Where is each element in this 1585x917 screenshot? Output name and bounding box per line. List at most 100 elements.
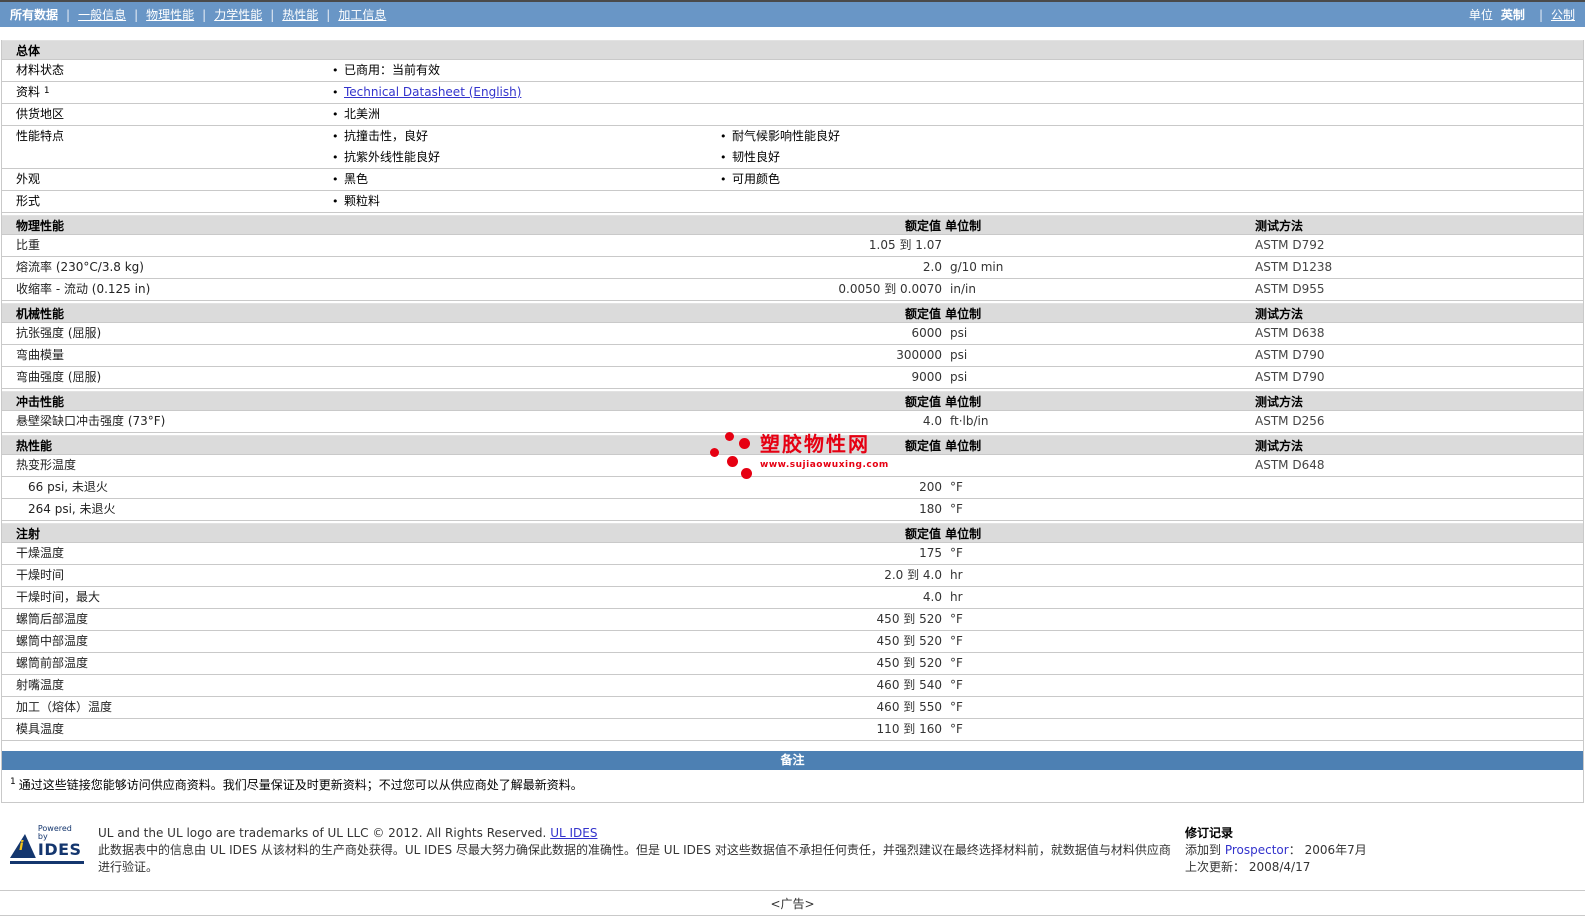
property-unit: °F	[950, 480, 963, 494]
value-unit-header: 额定值 单位制	[905, 527, 982, 541]
bullet-item: • 抗撞击性，良好	[332, 126, 720, 147]
property-unit: hr	[950, 590, 963, 604]
powered-by-label: Powered by	[37, 824, 72, 841]
column-gap	[942, 697, 950, 718]
column-gap	[942, 477, 950, 498]
prospector-link[interactable]: Prospector	[1225, 843, 1289, 857]
bullet-text: 耐气候影响性能良好	[732, 129, 841, 143]
property-label: 射嘴温度	[16, 678, 65, 692]
section-header: 冲击性能 额定值 单位制 测试方法	[2, 391, 1583, 411]
property-value: 110 到 160	[876, 722, 942, 736]
nav-item-4[interactable]: 热性能	[282, 6, 318, 23]
nav-item-5[interactable]: 加工信息	[338, 6, 386, 23]
value-unit-header: 额定值 单位制	[905, 219, 982, 233]
property-label: 弯曲模量	[16, 348, 65, 362]
revision-updated-value: 2008/4/17	[1248, 860, 1311, 874]
property-method	[1247, 697, 1583, 718]
disclaimer-cn: 此数据表中的信息由 UL IDES 从该材料的生产商处获得。UL IDES 尽最…	[98, 843, 1171, 874]
value-unit-header: 额定值 单位制	[905, 395, 982, 409]
bullet-column-2: • 可用颜色	[720, 169, 1583, 190]
property-label: 螺筒前部温度	[16, 656, 89, 670]
row-label: 材料状态	[16, 60, 332, 81]
property-label: 模具温度	[16, 722, 65, 736]
nav-items: 所有数据 | 一般信息 | 物理性能 | 力学性能 | 热性能 | 加工信息	[10, 6, 386, 23]
table-row: 形式 • 颗粒料	[2, 191, 1583, 213]
nav-item-1[interactable]: 一般信息	[78, 6, 126, 23]
bullet-item: • 已商用：当前有效	[332, 60, 720, 81]
nav-item-0: 所有数据	[10, 8, 59, 22]
revision-added-sep: ：	[1288, 843, 1301, 857]
bullet-text: 颗粒料	[344, 194, 381, 208]
bullet-icon: •	[332, 130, 339, 143]
ides-logo-text: Powered by IDES	[38, 825, 84, 858]
bullet-column-1: • 颗粒料	[332, 191, 720, 212]
bullet-icon: •	[720, 151, 727, 164]
revision-updated-label: 上次更新：	[1185, 860, 1246, 874]
property-label: 抗张强度 (屈服)	[16, 326, 102, 340]
revision-added-value: 2006年7月	[1304, 843, 1367, 857]
table-row: 性能特点 • 抗撞击性，良好 • 抗紫外线性能良好 • 耐气候影响性能良好 • 韧性良好	[2, 126, 1583, 169]
row-label-text: 性能特点	[16, 129, 65, 143]
property-value: 450 到 520	[876, 634, 942, 648]
ides-logo-art: i Powered by IDES	[10, 825, 84, 858]
nav-item-2[interactable]: 物理性能	[146, 6, 194, 23]
property-unit: °F	[950, 722, 963, 736]
property-unit: psi	[950, 348, 968, 362]
property-label: 比重	[16, 238, 41, 252]
units-metric-link[interactable]: 公制	[1551, 6, 1575, 23]
bullet-item: • 可用颜色	[720, 169, 1583, 190]
column-gap	[942, 631, 950, 652]
footnote-marker: 1	[10, 777, 16, 787]
bullet-item: • 抗紫外线性能良好	[332, 147, 720, 168]
bullet-text: 抗撞击性，良好	[344, 129, 429, 143]
table-row: 干燥温度 175 °F	[2, 543, 1583, 565]
property-unit	[950, 235, 1247, 256]
units-label: 单位	[1468, 8, 1493, 22]
property-label: 螺筒中部温度	[16, 634, 89, 648]
bullet-column-1: • Technical Datasheet (English)	[332, 82, 720, 103]
property-method: ASTM D792	[1255, 238, 1325, 252]
column-gap	[942, 257, 950, 278]
revision-added-label: 添加到	[1185, 843, 1222, 857]
property-label: 加工（熔体）温度	[16, 700, 113, 714]
bullet-text: 可用颜色	[732, 172, 781, 186]
property-label: 干燥温度	[16, 546, 65, 560]
property-unit: °F	[950, 700, 963, 714]
table-row: 弯曲模量 300000 psi ASTM D790	[2, 345, 1583, 367]
ul-ides-link[interactable]: UL IDES	[550, 826, 597, 840]
property-label: 收缩率 - 流动 (0.125 in)	[16, 282, 151, 296]
table-row: 热变形温度 ASTM D648	[2, 455, 1583, 477]
property-value: 460 到 540	[876, 678, 942, 692]
property-method: ASTM D955	[1255, 282, 1325, 296]
property-unit: °F	[950, 656, 963, 670]
row-label: 资料 1	[16, 82, 332, 103]
row-label-text: 形式	[16, 194, 41, 208]
bullet-text: 北美洲	[344, 107, 381, 121]
ides-triangle-icon: i	[10, 834, 36, 858]
section-title: 热性能	[16, 439, 53, 453]
property-value: 9000	[911, 370, 942, 384]
column-gap	[942, 719, 950, 740]
footnote-ref: 1	[43, 86, 50, 96]
property-unit: °F	[950, 634, 963, 648]
revision-record: 修订记录 添加到 Prospector： 2006年7月 上次更新： 2008/…	[1185, 825, 1575, 876]
table-body: 总体 材料状态 • 已商用：当前有效 资料 1 • Technical Datasheet …	[2, 40, 1583, 741]
property-method	[1247, 499, 1583, 520]
nav-item-3[interactable]: 力学性能	[214, 6, 262, 23]
column-gap	[942, 609, 950, 630]
revision-title: 修订记录	[1185, 826, 1234, 840]
property-value: 300000	[896, 348, 942, 362]
column-gap	[942, 675, 950, 696]
top-navigation: 所有数据 | 一般信息 | 物理性能 | 力学性能 | 热性能 | 加工信息 单位 英制 | 公制	[0, 2, 1585, 27]
bullet-icon: •	[332, 173, 339, 186]
property-method	[1247, 631, 1583, 652]
revision-added-row: 添加到 Prospector： 2006年7月	[1185, 842, 1575, 859]
datasheet-link[interactable]: Technical Datasheet (English)	[344, 85, 521, 99]
datasheet-table: 总体 材料状态 • 已商用：当前有效 资料 1 • Technical Datasheet …	[1, 40, 1584, 803]
ides-logo[interactable]: i Powered by IDES	[10, 825, 84, 864]
section-header: 物理性能 额定值 单位制 测试方法	[2, 215, 1583, 235]
property-method	[1247, 565, 1583, 586]
property-unit: °F	[950, 502, 963, 516]
section-header-general: 总体	[2, 40, 1583, 60]
property-method: ASTM D790	[1255, 370, 1325, 384]
